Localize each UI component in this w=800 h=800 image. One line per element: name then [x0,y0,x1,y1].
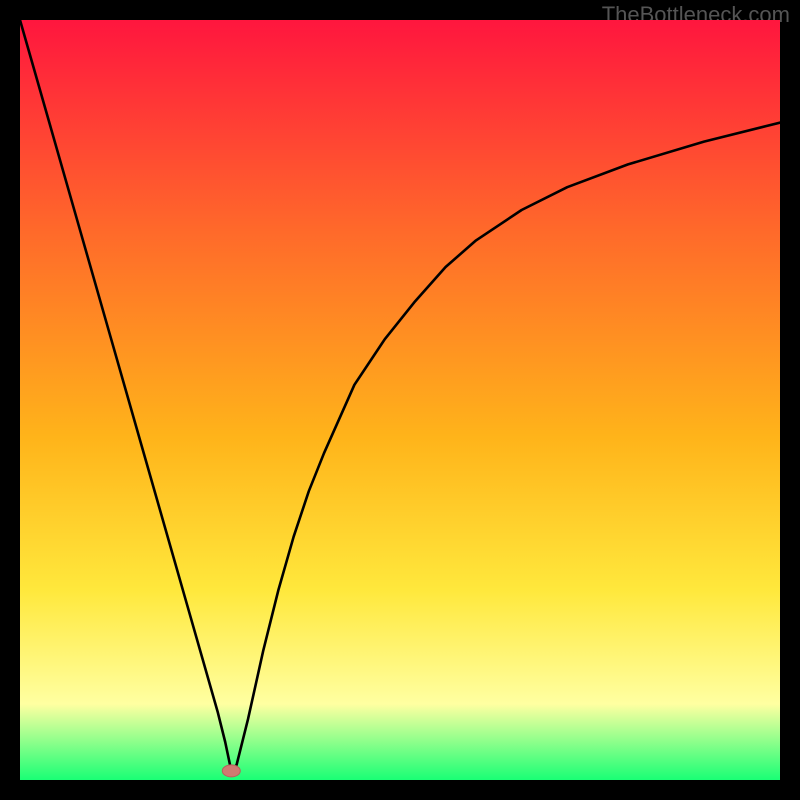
plot-area [20,20,780,780]
plot-svg [20,20,780,780]
optimum-marker [222,765,240,777]
gradient-background [20,20,780,780]
chart-frame: TheBottleneck.com [0,0,800,800]
